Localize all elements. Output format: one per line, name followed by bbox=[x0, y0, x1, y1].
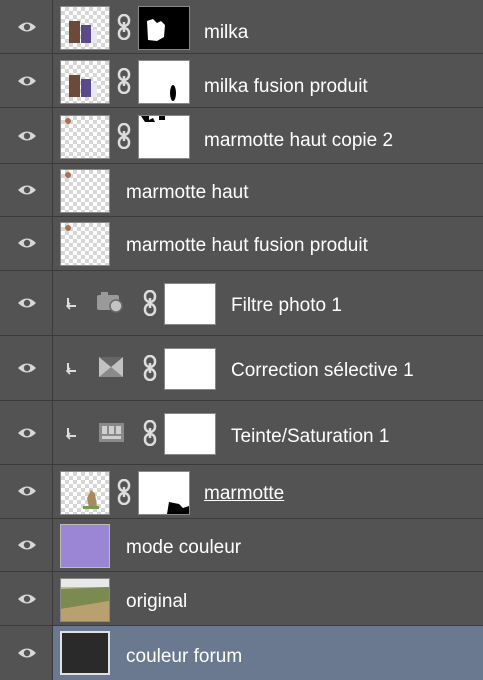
eye-icon[interactable] bbox=[17, 484, 37, 498]
visibility-column bbox=[0, 54, 53, 107]
mask-link-icon[interactable] bbox=[117, 68, 131, 94]
visibility-column bbox=[0, 108, 53, 163]
layer-mask-thumbnail[interactable] bbox=[164, 283, 216, 325]
layer-name[interactable]: milka fusion produit bbox=[204, 76, 368, 98]
visibility-column bbox=[0, 401, 53, 464]
eye-icon[interactable] bbox=[17, 646, 37, 660]
layer-row-marmotte-haut-copie-2[interactable]: marmotte haut copie 2 bbox=[0, 108, 483, 164]
layer-mask-thumbnail[interactable] bbox=[138, 6, 190, 50]
layer-row-marmotte-haut-fusion-produit[interactable]: marmotte haut fusion produit bbox=[0, 217, 483, 271]
layer-row-marmotte[interactable]: marmotte bbox=[0, 465, 483, 519]
mask-link-icon[interactable] bbox=[117, 14, 131, 40]
layer-thumbnail[interactable] bbox=[60, 222, 110, 266]
visibility-column bbox=[0, 336, 53, 400]
layer-name[interactable]: marmotte bbox=[204, 483, 284, 505]
visibility-column bbox=[0, 0, 53, 53]
layer-row-couleur-forum[interactable]: couleur forum bbox=[0, 626, 483, 680]
layer-thumbnail[interactable] bbox=[60, 169, 110, 213]
layer-thumbnail[interactable] bbox=[60, 60, 110, 104]
layer-thumbnail[interactable] bbox=[60, 631, 110, 675]
eye-icon[interactable] bbox=[17, 538, 37, 552]
hue-saturation-icon[interactable] bbox=[98, 422, 126, 444]
eye-icon[interactable] bbox=[17, 296, 37, 310]
eye-icon[interactable] bbox=[17, 361, 37, 375]
layer-name[interactable]: marmotte haut fusion produit bbox=[126, 235, 368, 257]
layer-thumbnail[interactable] bbox=[60, 6, 110, 50]
eye-icon[interactable] bbox=[17, 592, 37, 606]
layer-thumbnail[interactable] bbox=[60, 115, 110, 159]
clipping-arrow-icon bbox=[66, 298, 76, 310]
layer-mask-thumbnail[interactable] bbox=[164, 348, 216, 390]
layer-name[interactable]: marmotte haut copie 2 bbox=[204, 130, 393, 152]
layer-row-teinte-saturation-1[interactable]: Teinte/Saturation 1 bbox=[0, 401, 483, 465]
layer-name[interactable]: mode couleur bbox=[126, 537, 241, 559]
visibility-column bbox=[0, 217, 53, 270]
layer-thumbnail[interactable] bbox=[60, 578, 110, 622]
camera-filter-icon[interactable] bbox=[96, 291, 124, 313]
visibility-column bbox=[0, 519, 53, 571]
layer-row-original[interactable]: original bbox=[0, 572, 483, 626]
mask-link-icon[interactable] bbox=[117, 479, 131, 505]
layer-name[interactable]: Correction sélective 1 bbox=[231, 360, 414, 382]
layer-row-marmotte-haut[interactable]: marmotte haut bbox=[0, 164, 483, 217]
mask-link-icon[interactable] bbox=[143, 290, 157, 316]
milka-product-image bbox=[69, 21, 97, 43]
layer-mask-thumbnail[interactable] bbox=[138, 471, 190, 515]
clipping-arrow-icon bbox=[66, 428, 76, 440]
layer-row-milka-fusion-produit[interactable]: milka fusion produit bbox=[0, 54, 483, 108]
mask-link-icon[interactable] bbox=[143, 355, 157, 381]
mask-link-icon[interactable] bbox=[143, 420, 157, 446]
layer-name[interactable]: Filtre photo 1 bbox=[231, 295, 342, 317]
visibility-column bbox=[0, 572, 53, 625]
marmotte-head-image bbox=[65, 172, 71, 178]
layer-name[interactable]: marmotte haut bbox=[126, 182, 249, 204]
layer-mask-thumbnail[interactable] bbox=[138, 60, 190, 104]
eye-icon[interactable] bbox=[17, 183, 37, 197]
eye-icon[interactable] bbox=[17, 426, 37, 440]
layer-name[interactable]: Teinte/Saturation 1 bbox=[231, 426, 389, 448]
marmotte-head-image bbox=[65, 118, 71, 124]
mask-link-icon[interactable] bbox=[117, 123, 131, 149]
layer-thumbnail[interactable] bbox=[60, 524, 110, 568]
layer-mask-thumbnail[interactable] bbox=[164, 413, 216, 455]
eye-icon[interactable] bbox=[17, 74, 37, 88]
visibility-column bbox=[0, 626, 53, 680]
milka-product-image bbox=[69, 75, 97, 97]
marmotte-head-image bbox=[65, 225, 71, 231]
visibility-column bbox=[0, 271, 53, 335]
layer-mask-thumbnail[interactable] bbox=[138, 115, 190, 159]
layer-name[interactable]: milka bbox=[204, 22, 248, 44]
visibility-column bbox=[0, 164, 53, 216]
layer-row-mode-couleur[interactable]: mode couleur bbox=[0, 519, 483, 572]
layer-thumbnail[interactable] bbox=[60, 471, 110, 515]
layer-row-filtre-photo-1[interactable]: Filtre photo 1 bbox=[0, 271, 483, 336]
mask-shape bbox=[167, 502, 189, 514]
mask-shape bbox=[147, 19, 165, 41]
selective-color-icon[interactable] bbox=[98, 356, 126, 378]
visibility-column bbox=[0, 465, 53, 518]
eye-icon[interactable] bbox=[17, 20, 37, 34]
layers-panel: milka milka fusion produit marmotte haut… bbox=[0, 0, 483, 680]
clipping-arrow-icon bbox=[66, 363, 76, 375]
marmotte-image bbox=[83, 490, 99, 509]
landscape-image bbox=[61, 579, 109, 621]
eye-icon[interactable] bbox=[17, 129, 37, 143]
mask-shape bbox=[141, 116, 165, 122]
layer-row-correction-selective-1[interactable]: Correction sélective 1 bbox=[0, 336, 483, 401]
eye-icon[interactable] bbox=[17, 236, 37, 250]
layer-name[interactable]: couleur forum bbox=[126, 646, 242, 668]
layer-name[interactable]: original bbox=[126, 591, 187, 613]
layer-row-milka[interactable]: milka bbox=[0, 0, 483, 54]
mask-shape bbox=[170, 85, 176, 101]
